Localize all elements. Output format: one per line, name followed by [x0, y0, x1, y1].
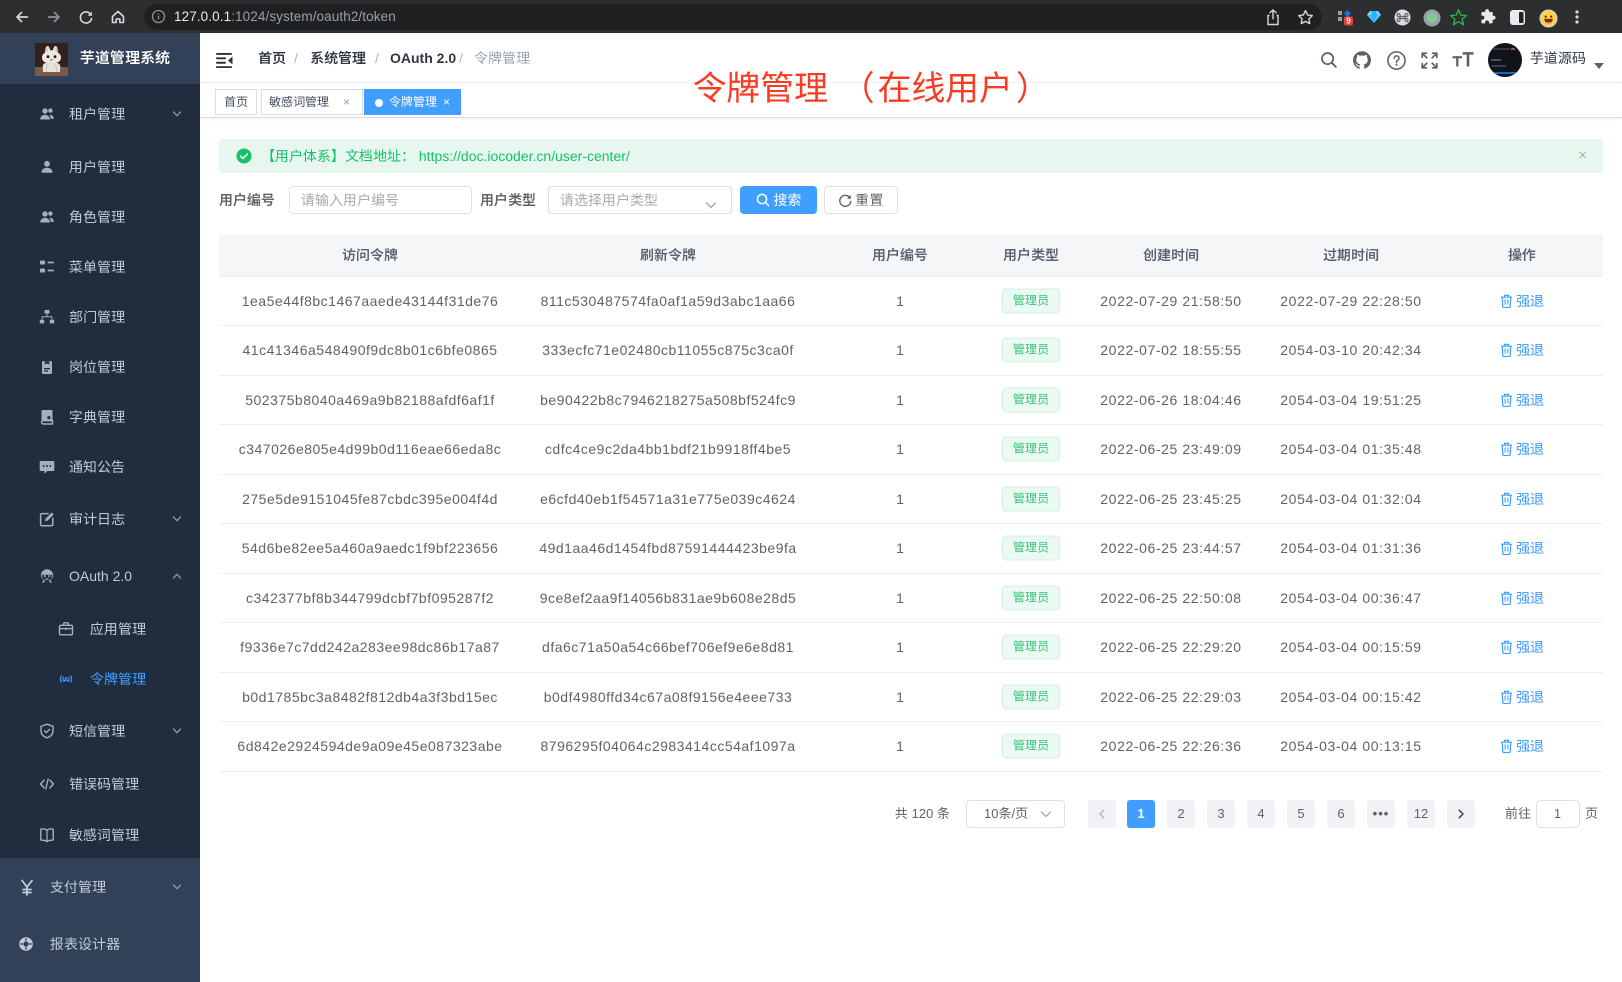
svg-text:9: 9 [1346, 16, 1351, 25]
svg-text:A: A [63, 675, 69, 684]
